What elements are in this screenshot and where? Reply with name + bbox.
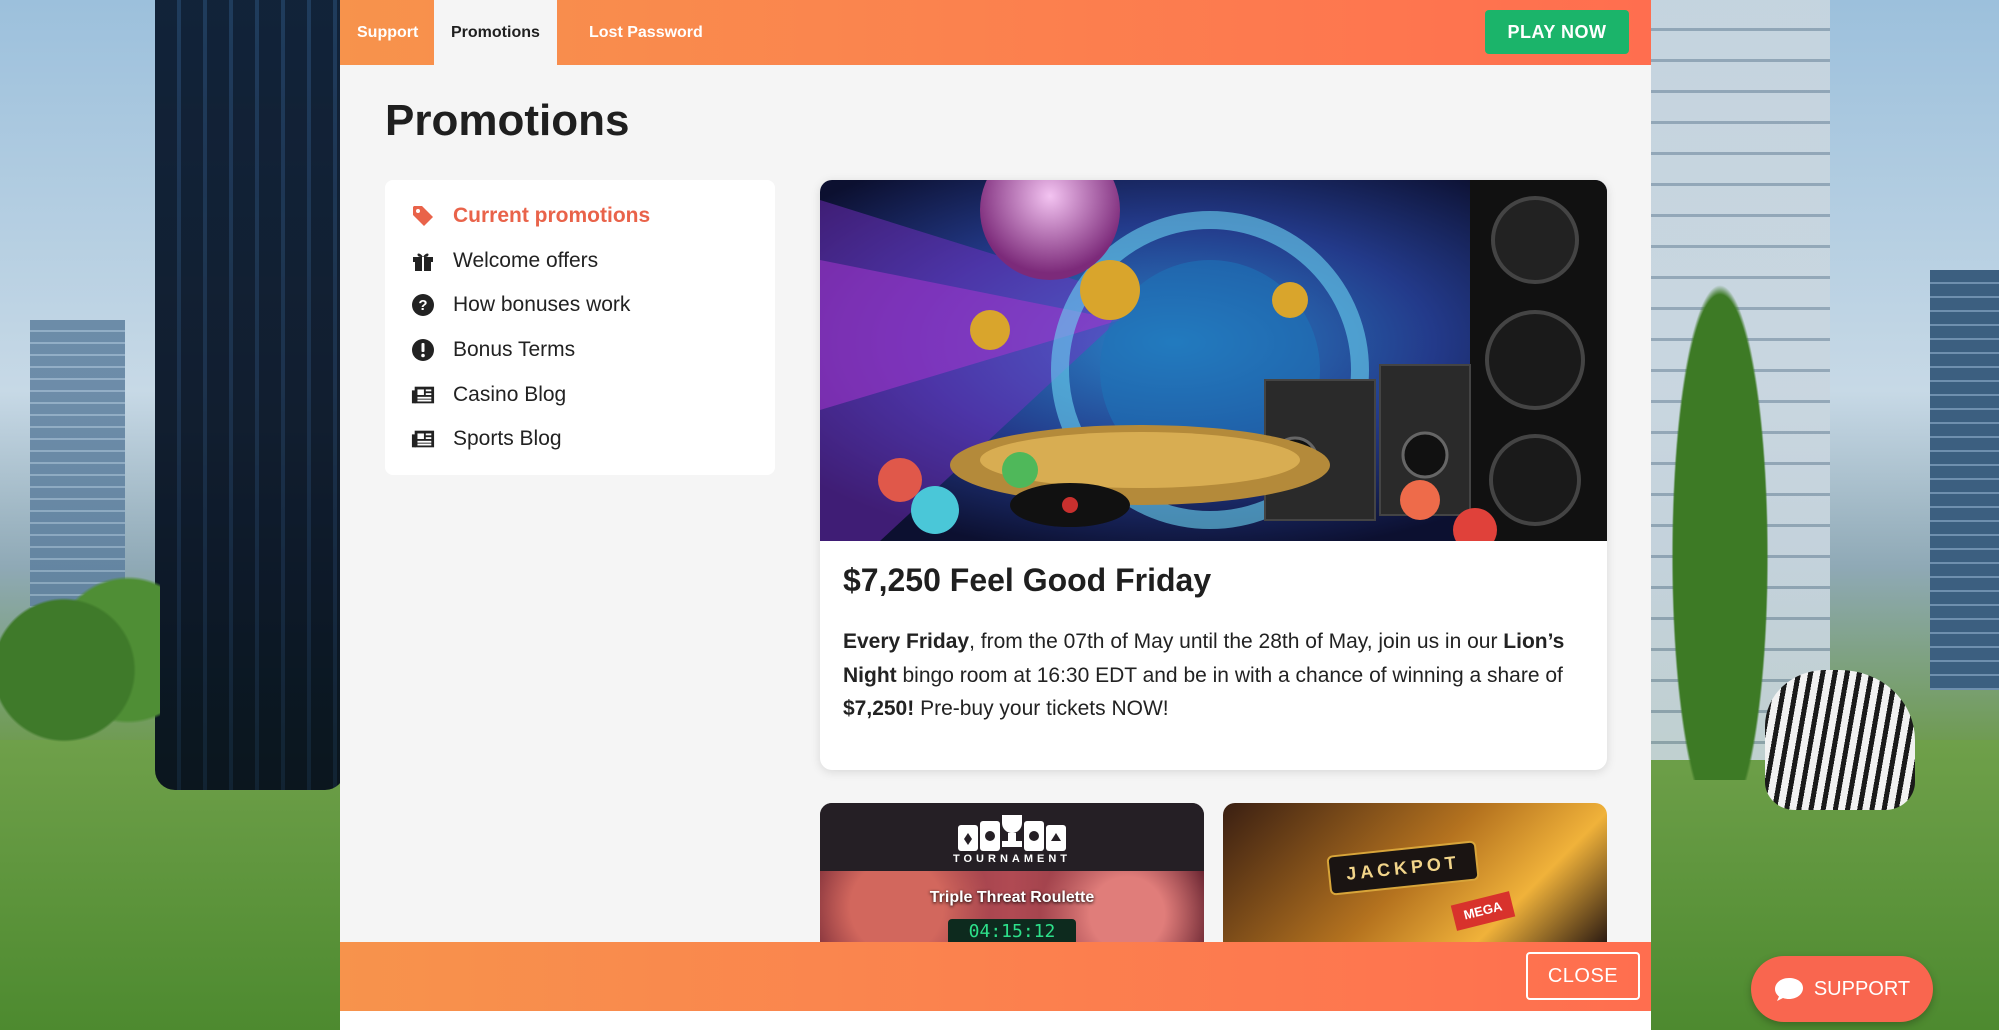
- sidebar-menu: Current promotions Welcome offers ? How …: [385, 180, 775, 475]
- top-nav-bar: Support Promotions Lost Password PLAY NO…: [340, 0, 1651, 65]
- promotion-image: [820, 180, 1607, 541]
- gift-icon: [411, 249, 435, 273]
- promo-text-part: Pre-buy your tickets NOW!: [914, 697, 1169, 720]
- newspaper-icon: [411, 383, 435, 407]
- chat-bubble-icon: [1774, 976, 1804, 1002]
- exclamation-circle-icon: [411, 338, 435, 362]
- support-label: SUPPORT: [1813, 977, 1911, 1000]
- newspaper-icon: [411, 427, 435, 451]
- question-circle-icon: ?: [411, 293, 435, 317]
- tab-support[interactable]: Support: [340, 0, 435, 65]
- sidebar-item-label: How bonuses work: [453, 293, 631, 317]
- sidebar-item-label: Welcome offers: [453, 248, 599, 272]
- page-title: Promotions: [385, 96, 630, 145]
- tournament-image: Triple Threat Roulette 04:15:12: [820, 871, 1204, 943]
- sidebar-item-bonus-terms[interactable]: Bonus Terms: [411, 328, 775, 373]
- promo-text-part: $7,250!: [843, 697, 915, 720]
- promo-text-part: , from the 07th of May until the 28th of…: [969, 630, 1504, 653]
- zebra-image: [1765, 670, 1915, 810]
- play-now-button[interactable]: PLAY NOW: [1485, 10, 1629, 54]
- mega-badge: MEGA: [1450, 891, 1516, 931]
- promotion-card[interactable]: $7,250 Feel Good Friday Every Friday, fr…: [820, 180, 1607, 770]
- sidebar-item-current-promotions[interactable]: Current promotions: [411, 194, 775, 239]
- background-trees: [0, 570, 160, 770]
- background-tree: [1660, 220, 1780, 780]
- card-suits-trophy-icon: [958, 815, 1066, 851]
- sidebar-item-welcome-offers[interactable]: Welcome offers: [411, 239, 775, 284]
- sidebar-item-label: Sports Blog: [453, 427, 562, 451]
- tab-lost-password[interactable]: Lost Password: [572, 0, 720, 65]
- tag-icon: [411, 204, 435, 228]
- support-button[interactable]: SUPPORT: [1751, 956, 1933, 1022]
- close-button[interactable]: CLOSE: [1526, 952, 1640, 1000]
- promotion-description: Every Friday, from the 07th of May until…: [843, 625, 1593, 726]
- sidebar-item-sports-blog[interactable]: Sports Blog: [411, 417, 775, 462]
- bottom-strip: [340, 1011, 1651, 1030]
- promo-text-part: Every Friday: [843, 630, 970, 653]
- sidebar-item-how-bonuses-work[interactable]: ? How bonuses work: [411, 283, 775, 328]
- svg-text:?: ?: [418, 297, 427, 314]
- jackpot-label: JACKPOT: [1326, 840, 1480, 896]
- promotion-title: $7,250 Feel Good Friday: [843, 562, 1212, 598]
- background-building: [1930, 270, 1999, 690]
- bottom-bar: CLOSE: [340, 942, 1651, 1011]
- tournament-promo-card[interactable]: TOURNAMENT Triple Threat Roulette 04:15:…: [820, 803, 1204, 943]
- background-glass-tower: [155, 0, 345, 790]
- tab-promotions[interactable]: Promotions: [434, 0, 557, 65]
- tournament-timer: 04:15:12: [948, 919, 1076, 943]
- tournament-subtitle: Triple Threat Roulette: [929, 889, 1095, 906]
- tournament-label: TOURNAMENT: [952, 853, 1071, 865]
- tournament-header: TOURNAMENT: [820, 803, 1204, 871]
- sidebar-item-label: Current promotions: [453, 204, 651, 228]
- sidebar-item-casino-blog[interactable]: Casino Blog: [411, 372, 775, 417]
- background-building: [30, 320, 125, 610]
- promo-text-part: bingo room at 16:30 EDT and be in with a…: [896, 663, 1563, 687]
- sidebar-item-label: Bonus Terms: [453, 338, 576, 362]
- sidebar-item-label: Casino Blog: [453, 382, 567, 406]
- promotions-panel: Support Promotions Lost Password PLAY NO…: [340, 0, 1651, 1030]
- jackpot-promo-card[interactable]: JACKPOT MEGA: [1223, 803, 1607, 943]
